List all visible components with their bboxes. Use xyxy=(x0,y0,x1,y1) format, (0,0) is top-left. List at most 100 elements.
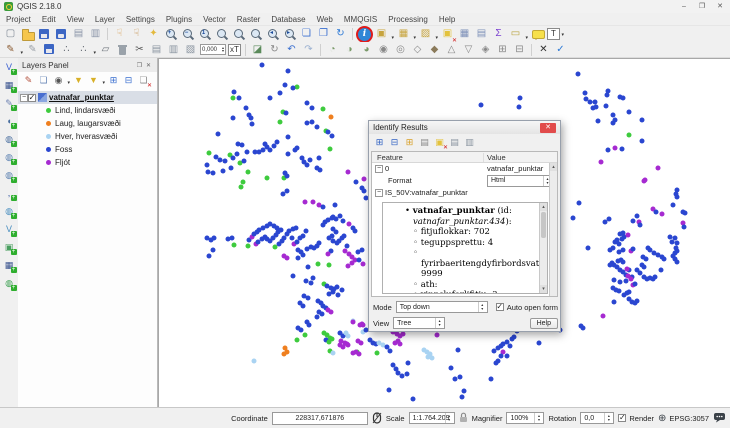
menu-view[interactable]: View xyxy=(67,15,84,24)
scale-dropdown-icon[interactable] xyxy=(445,413,453,423)
copy-features-button[interactable]: ▤ xyxy=(149,42,164,57)
scale-combo[interactable]: 1:1.764.209 xyxy=(409,412,455,424)
menu-web[interactable]: Web xyxy=(317,15,333,24)
menu-project[interactable]: Project xyxy=(6,15,31,24)
georeferencer-button[interactable]: ⊟ xyxy=(512,42,527,57)
zoom-last-button[interactable]: ◂ xyxy=(265,27,280,42)
row-expander-icon[interactable] xyxy=(375,165,383,173)
html-view-scrollbar[interactable] xyxy=(539,203,547,293)
add-mssql-layer-button[interactable]: ◍ xyxy=(3,151,16,164)
add-vector-layer-button[interactable]: V xyxy=(3,61,16,74)
relief-tool-button[interactable]: ◆ xyxy=(427,42,442,57)
identify-dialog-titlebar[interactable]: Identify Results xyxy=(369,121,560,134)
new-bookmark-button[interactable]: ❏ xyxy=(299,27,314,42)
ruggedness-tool-button[interactable]: ◈ xyxy=(478,42,493,57)
scroll-down-icon[interactable] xyxy=(540,285,547,293)
tree-scrollbar[interactable] xyxy=(549,163,557,296)
map-tips-button[interactable] xyxy=(530,27,545,42)
grid-tool-button[interactable]: ◎ xyxy=(393,42,408,57)
magnifier-spinner[interactable]: 100% xyxy=(506,412,544,424)
legend-item-4[interactable]: Fljót xyxy=(18,156,157,169)
open-layer-styling-button[interactable]: ✎ xyxy=(22,74,35,87)
diagram-overlay-button[interactable]: ◪ xyxy=(250,42,265,57)
filter-by-expression-button[interactable]: ▼ xyxy=(87,74,100,87)
expand-all-button[interactable]: ⊞ xyxy=(107,74,120,87)
format-combo[interactable]: Html xyxy=(487,175,553,187)
rotation-spin-icon[interactable] xyxy=(604,413,612,423)
new-geopackage-layer-button[interactable]: ▣ xyxy=(3,241,16,254)
vertex-marker-tool-button[interactable]: ✕ xyxy=(536,42,551,57)
node-tool-button[interactable]: ▱ xyxy=(98,42,113,57)
add-group-button[interactable]: ❏ xyxy=(37,74,50,87)
filter-legend-button[interactable]: ▼ xyxy=(72,74,85,87)
view-spinner-icon[interactable] xyxy=(435,318,443,328)
legend-item-3[interactable]: Foss xyxy=(18,143,157,156)
deselect-all-button[interactable]: ▣ xyxy=(440,27,455,42)
add-delimited-text-layer-button[interactable]: , xyxy=(3,187,16,200)
open-field-calculator-button[interactable]: ▤ xyxy=(474,27,489,42)
group-expander-icon[interactable] xyxy=(375,189,383,197)
maximize-button[interactable]: ❐ xyxy=(694,1,710,13)
move-feature-button[interactable]: ∴ xyxy=(76,42,91,57)
rotate-point-symbols-button[interactable]: ↻ xyxy=(267,42,282,57)
menu-vector[interactable]: Vector xyxy=(203,15,226,24)
touch-zoom-and-pan-button[interactable]: ☟ xyxy=(112,27,127,42)
rotation-spinner[interactable]: 0,0 xyxy=(580,412,614,424)
collapse-all-button[interactable]: ⊟ xyxy=(122,74,135,87)
pan-map-button[interactable]: ☟ xyxy=(129,27,144,42)
add-web-layer-button[interactable]: ◍ xyxy=(3,277,16,290)
layer-row-vatnafar-punktar[interactable]: vatnafar_punktar xyxy=(18,91,157,104)
hillshade-tool-button[interactable]: ◇ xyxy=(410,42,425,57)
legend-item-2[interactable]: Hver, hverasvæði xyxy=(18,130,157,143)
menu-plugins[interactable]: Plugins xyxy=(166,15,192,24)
remove-layer-button[interactable]: ❏ xyxy=(137,74,150,87)
pan-map-to-selection-button[interactable]: ✦ xyxy=(146,27,161,42)
result-group-row[interactable]: IS_50V:vatnafar_punktar xyxy=(372,187,557,198)
slope-tool-button[interactable]: △ xyxy=(444,42,459,57)
identify-features-button[interactable] xyxy=(358,28,371,41)
expand-new-results-button[interactable]: ⊞ xyxy=(403,136,416,149)
zoom-native-resolution-button[interactable]: 1 xyxy=(197,27,212,42)
lock-scale-icon[interactable] xyxy=(459,412,468,425)
aspect-tool-button[interactable]: ▽ xyxy=(461,42,476,57)
legend-item-0[interactable]: Lind, lindarsvæði xyxy=(18,104,157,117)
zoom-to-layer-button[interactable] xyxy=(248,27,263,42)
help-button[interactable]: Help xyxy=(530,318,558,329)
new-project-button[interactable]: ▢ xyxy=(3,27,18,42)
add-wfs-layer-button[interactable]: V xyxy=(3,223,16,236)
close-button[interactable]: ✕ xyxy=(712,1,728,13)
add-database-layer-button[interactable]: ▦ xyxy=(3,259,16,272)
zoom-out-button[interactable]: − xyxy=(180,27,195,42)
open-project-button[interactable] xyxy=(20,27,35,42)
copy-feature-button[interactable]: ▤ xyxy=(448,136,461,149)
layer-visibility-checkbox[interactable] xyxy=(28,94,36,102)
save-project-as-button[interactable] xyxy=(54,27,69,42)
log-messages-icon[interactable] xyxy=(713,412,726,425)
menu-edit[interactable]: Edit xyxy=(42,15,56,24)
add-oracle-layer-button[interactable]: ◍ xyxy=(3,169,16,182)
zoom-full-button[interactable] xyxy=(214,27,229,42)
expand-tree-button[interactable]: ⊞ xyxy=(373,136,386,149)
menu-database[interactable]: Database xyxy=(271,15,305,24)
view-combo[interactable]: Tree xyxy=(393,317,445,329)
add-feature-button[interactable]: ∴ xyxy=(59,42,74,57)
collapse-tree-button[interactable]: ⊟ xyxy=(388,136,401,149)
auto-open-form-checkbox[interactable] xyxy=(496,303,504,311)
toggle-editing-button[interactable]: ✎ xyxy=(25,42,40,57)
select-by-expression-button[interactable]: ▦ xyxy=(396,27,411,42)
legend-item-1[interactable]: Laug, laugarsvæði xyxy=(18,117,157,130)
mouse-position-toggle-icon[interactable] xyxy=(372,412,382,424)
zoom-to-selection-button[interactable] xyxy=(231,27,246,42)
cut-features-button[interactable]: ✂ xyxy=(132,42,147,57)
dialog-close-button[interactable] xyxy=(540,123,556,133)
interpolation-tool-button[interactable]: ◑ xyxy=(342,42,357,57)
undo-button[interactable]: ↶ xyxy=(284,42,299,57)
paste-features-button[interactable]: ▥ xyxy=(166,42,181,57)
save-layer-edits-button[interactable] xyxy=(42,42,57,57)
result-row-0[interactable]: 0 vatnafar_punktar xyxy=(372,163,557,174)
current-edits-button[interactable]: ✎ xyxy=(3,42,18,57)
panel-close-icon[interactable]: ✕ xyxy=(144,62,153,69)
minimize-button[interactable]: – xyxy=(676,1,692,13)
redo-button[interactable]: ↷ xyxy=(301,42,316,57)
composer-manager-button[interactable]: ▥ xyxy=(88,27,103,42)
